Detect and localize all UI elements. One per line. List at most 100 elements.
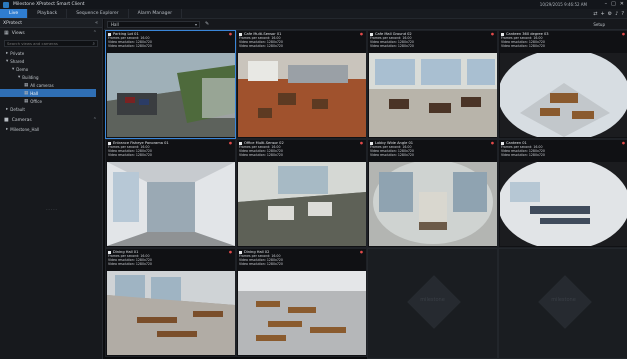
camera-grid: Parking Lot 01 Frames per second: 16.00 Vi… (105, 30, 627, 359)
tree-item[interactable]: ▦ Office (0, 97, 102, 105)
view-search-input[interactable] (5, 41, 85, 46)
tree-item-label: All cameras (30, 82, 54, 88)
tree-item-label: Demo (16, 66, 29, 72)
search-icon[interactable]: ⌕ (92, 41, 95, 47)
tree-item[interactable]: ▾ Demo (0, 65, 102, 73)
camera-feed[interactable] (107, 162, 235, 246)
bell-icon[interactable]: ♪ (615, 10, 618, 18)
recording-indicator-icon: ● (490, 32, 494, 36)
empty-slot-brand: milestone (551, 297, 576, 303)
camera-status: Video resolution: 1280x720 (108, 262, 152, 266)
tree-item[interactable]: ▾ Building (0, 73, 102, 81)
tree-item[interactable]: ▸ Default (0, 105, 102, 113)
camera-tree-label: Milestone_Hall (10, 126, 40, 132)
recording-indicator-icon: ● (359, 250, 363, 254)
plus-icon[interactable]: + (600, 10, 604, 18)
recording-indicator-icon: ● (490, 141, 494, 145)
sidebar-header: XProtect « (0, 19, 102, 28)
camera-overlay: Office Multi-Sensor 02 Frames per second:… (237, 140, 366, 162)
camera-tile[interactable]: Dining Hall 01 Frames per second: 16.00 Vi… (105, 248, 236, 357)
sidebar-placeholder: - - - - - (46, 207, 57, 211)
camera-status: Video resolution: 1280x720 (370, 153, 414, 157)
camera-feed[interactable] (369, 162, 497, 246)
chevron-down-icon[interactable]: ▾ (195, 22, 197, 27)
camera-tile[interactable]: Canteen 360 degree 03 Frames per second: … (498, 30, 627, 139)
camera-feed[interactable] (500, 53, 627, 137)
camera-tile[interactable]: Entrance Fisheye Panorama 01 Frames per s… (105, 139, 236, 248)
tab-live[interactable]: Live (0, 9, 29, 18)
recording-indicator-icon: ● (359, 141, 363, 145)
camera-overlay: Dining Hall 02 Frames per second: 16.00 Vi… (237, 249, 366, 271)
window-controls: – □ ✕ (605, 1, 624, 7)
tree-item[interactable]: ▸ Private (0, 49, 102, 57)
camera-tile[interactable]: Office Multi-Sensor 02 Frames per second:… (236, 139, 367, 248)
edit-view-icon[interactable]: ✎ (205, 21, 209, 27)
camera-overlay: Canteen 01 Frames per second: 16.00 Video … (499, 140, 627, 162)
expand-toggle-icon: ▾ (12, 66, 15, 72)
recording-indicator-icon: ● (228, 250, 232, 254)
camera-tile[interactable]: Dining Hall 02 Frames per second: 16.00 Vi… (236, 248, 367, 357)
close-icon[interactable]: ✕ (620, 1, 624, 7)
camera-feed[interactable] (107, 53, 235, 137)
tab-alarm-manager[interactable]: Alarm Manager (129, 9, 183, 18)
cameras-section-header[interactable]: ■ Cameras ⌃ (0, 115, 102, 125)
camera-overlay: Lobby Wide Angle 01 Frames per second: 16… (368, 140, 497, 162)
camera-status: Video resolution: 1280x720 (239, 153, 283, 157)
view-icon: ▦ (24, 90, 29, 96)
recording-indicator-icon: ● (621, 32, 625, 36)
empty-slot-brand: milestone (420, 297, 445, 303)
camera-tree-item[interactable]: ▸ Milestone_Hall (0, 125, 102, 133)
expand-toggle-icon: ▾ (6, 58, 9, 64)
camera-feed[interactable] (369, 53, 497, 137)
minimize-icon[interactable]: – (605, 1, 608, 7)
sync-icon[interactable]: ⇄ (593, 10, 597, 18)
camera-tile[interactable]: Lobby Wide Angle 01 Frames per second: 16… (367, 139, 498, 248)
sidebar: XProtect « ▦ Views ⌃ ⌕ ▸Private▾Shared▾D… (0, 19, 103, 359)
empty-view-slot[interactable]: milestone (367, 248, 498, 359)
camera-overlay: Canteen 360 degree 03 Frames per second: … (499, 31, 627, 53)
tree-item[interactable]: ▦ Hall (0, 89, 96, 97)
expand-toggle-icon: ▾ (18, 74, 21, 80)
camera-feed[interactable] (107, 271, 235, 355)
title-bar: Milestone XProtect Smart Client 10/29/20… (0, 0, 627, 9)
tree-item[interactable]: ▾ Shared (0, 57, 102, 65)
camera-status: Video resolution: 1280x720 (108, 153, 152, 157)
tab-sequence-explorer[interactable]: Sequence Explorer (67, 9, 129, 18)
view-icon: ▦ (24, 98, 29, 104)
tree-item-label: Shared (10, 58, 25, 64)
views-label: Views (11, 30, 25, 36)
expand-toggle-icon: ▸ (6, 126, 9, 132)
expand-toggle-icon: ▸ (6, 106, 9, 112)
tree-item[interactable]: ▦ All cameras (0, 81, 102, 89)
gear-icon[interactable]: ⚙ (608, 10, 612, 18)
expand-toggle-icon: ▸ (6, 50, 9, 56)
tree-item-label: Private (10, 50, 25, 56)
chevron-up-icon[interactable]: ⌃ (93, 117, 97, 123)
cameras-tree: ▸ Milestone_Hall (0, 125, 102, 133)
empty-view-slot[interactable]: milestone (498, 248, 627, 359)
camera-feed[interactable] (500, 162, 627, 246)
recording-indicator-icon: ● (359, 32, 363, 36)
view-selector[interactable]: Hall ▾ (107, 20, 200, 28)
tab-playback[interactable]: Playback (28, 9, 68, 18)
camera-feed[interactable] (238, 53, 366, 137)
camera-feed[interactable] (238, 162, 366, 246)
camera-status: Video resolution: 1280x720 (239, 44, 283, 48)
camera-feed[interactable] (238, 271, 366, 355)
recording-indicator-icon: ● (228, 32, 232, 36)
views-section-header[interactable]: ▦ Views ⌃ (0, 28, 102, 38)
collapse-sidebar-icon[interactable]: « (95, 20, 98, 26)
maximize-icon[interactable]: □ (611, 1, 616, 7)
camera-tile[interactable]: Cafe Mall Ground 02 Frames per second: 16… (367, 30, 498, 139)
chevron-up-icon[interactable]: ⌃ (93, 30, 97, 36)
camera-tile[interactable]: Canteen 01 Frames per second: 16.00 Video … (498, 139, 627, 248)
help-icon[interactable]: ? (621, 10, 624, 18)
view-toolbar: Hall ▾ ✎ Setup (104, 19, 627, 30)
tree-item-label: Office (30, 98, 42, 104)
tree-item-label: Building (22, 74, 39, 80)
camera-overlay: Cafe Multi-Sensor 01 Frames per second: 1… (237, 31, 366, 53)
setup-button[interactable]: Setup (593, 22, 605, 27)
view-search-box[interactable]: ⌕ (4, 40, 98, 47)
camera-tile[interactable]: Cafe Multi-Sensor 01 Frames per second: 1… (236, 30, 367, 139)
camera-tile[interactable]: Parking Lot 01 Frames per second: 16.00 Vi… (105, 30, 236, 139)
